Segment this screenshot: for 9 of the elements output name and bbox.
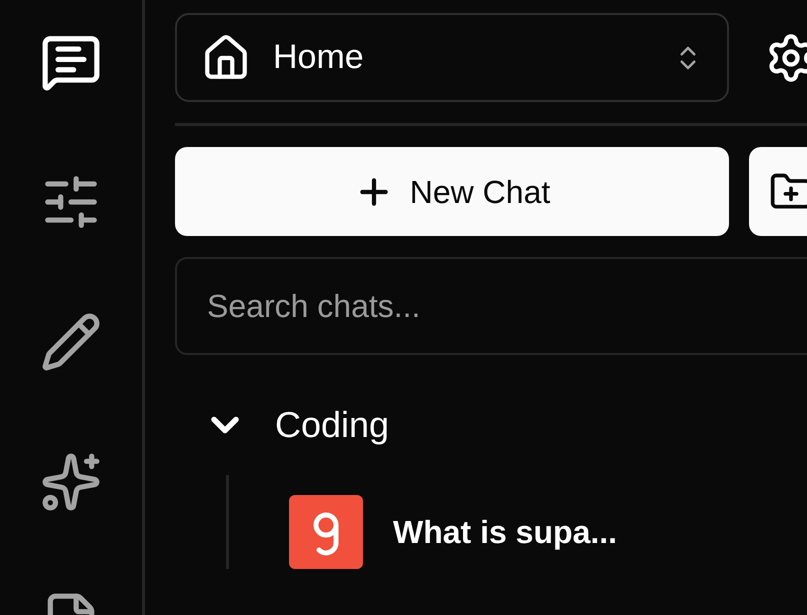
folder-name: Coding [275, 403, 390, 447]
chat-logo-icon [289, 495, 363, 569]
search-field[interactable]: Search chats... [175, 257, 807, 355]
new-chat-button[interactable]: New Chat [175, 147, 729, 236]
pencil-icon[interactable] [40, 311, 102, 373]
chat-title[interactable]: What is supa... [393, 508, 618, 556]
folder-row[interactable]: Coding [175, 395, 807, 455]
sparkles-icon[interactable] [40, 451, 102, 513]
space-selector[interactable]: Home [175, 13, 729, 102]
